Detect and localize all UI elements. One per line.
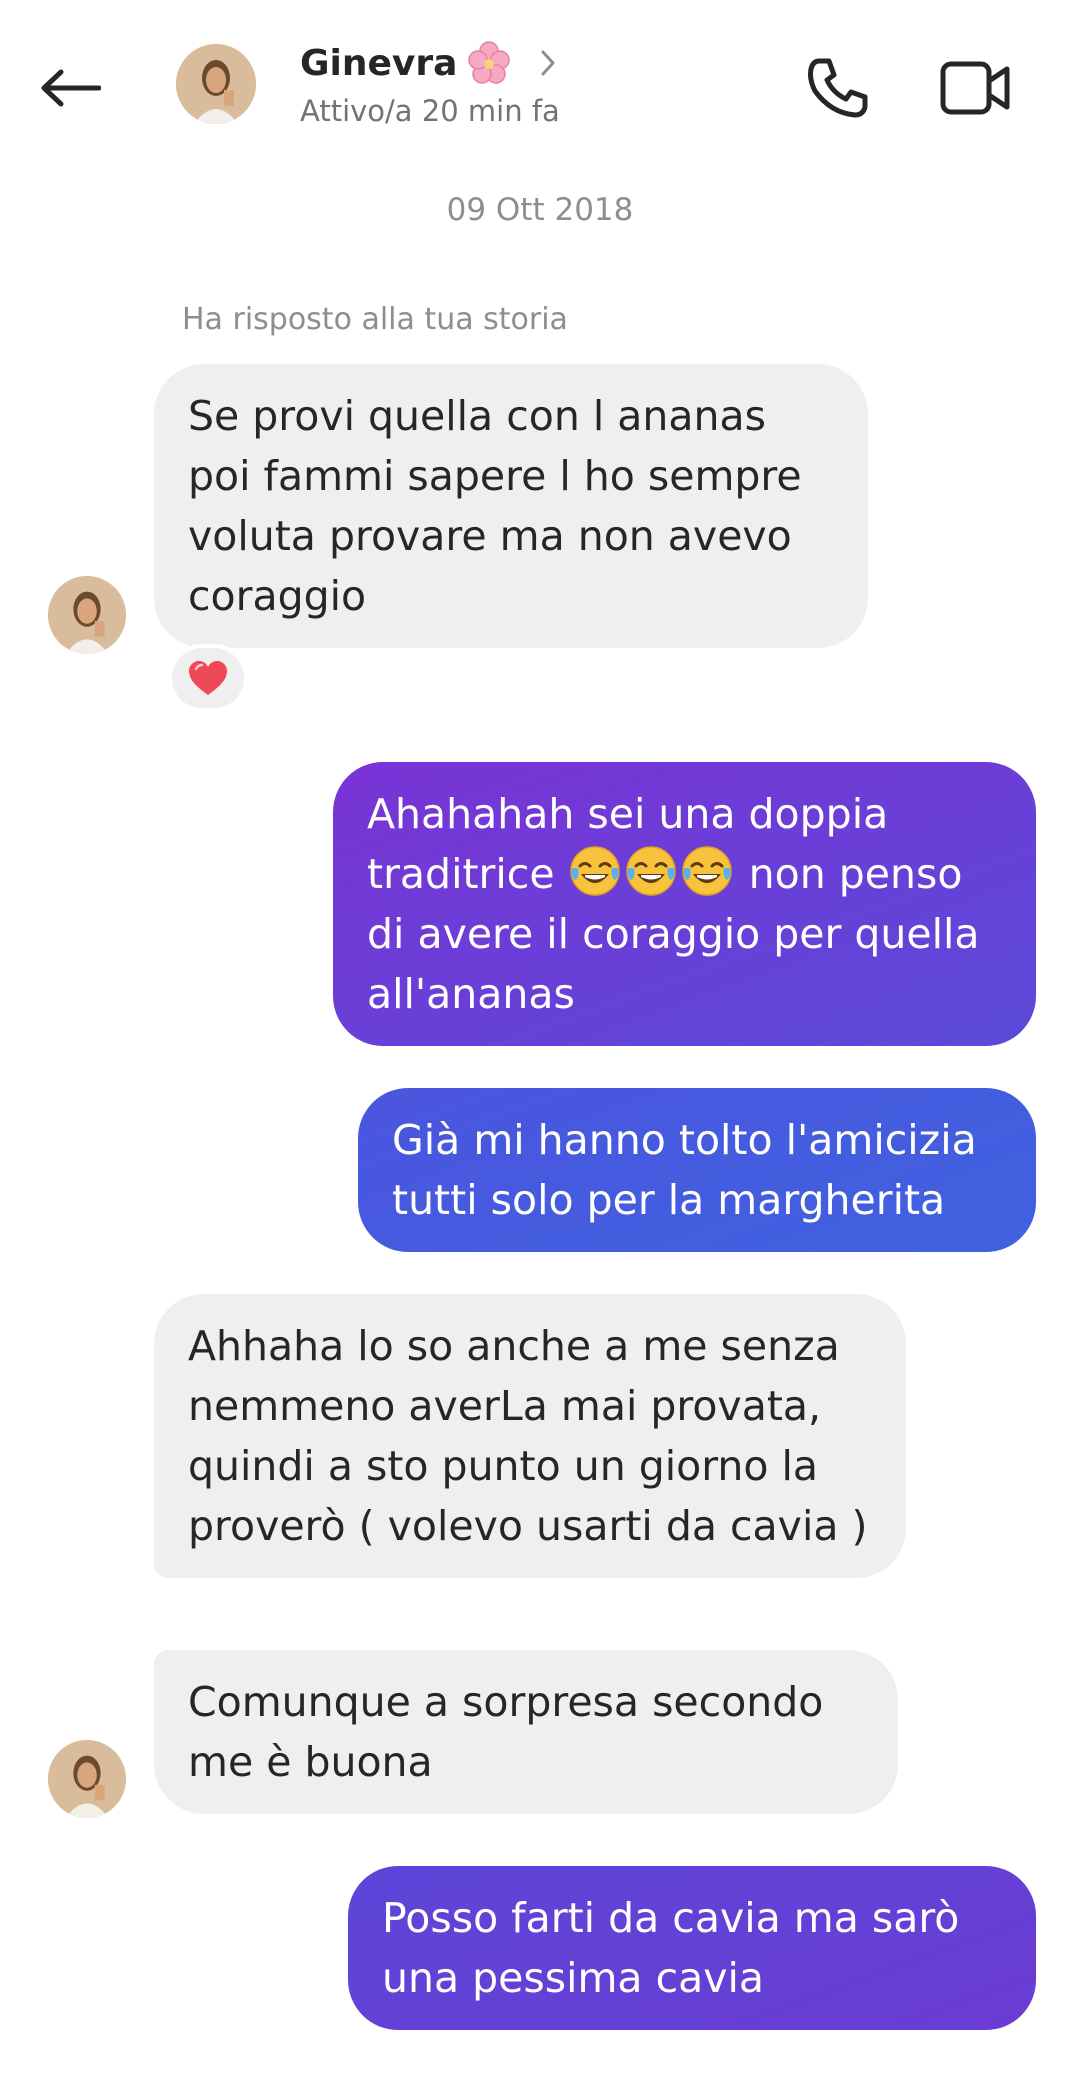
contact-avatar[interactable] [176, 44, 256, 124]
contact-name: Ginevra [300, 42, 458, 84]
back-arrow-icon [41, 69, 101, 107]
back-button[interactable] [30, 48, 110, 128]
tears-of-joy-icon [625, 846, 676, 896]
video-camera-icon [940, 61, 1010, 115]
heart-reaction[interactable] [168, 644, 248, 712]
sender-avatar[interactable] [48, 576, 126, 654]
sender-avatar[interactable] [48, 1740, 126, 1818]
activity-status: Attivo/a 20 min fa [300, 94, 560, 128]
laughing-emoji-group [568, 846, 736, 898]
outgoing-message[interactable]: Già mi hanno tolto l'amicizia tutti solo… [358, 1088, 1036, 1252]
contact-name-row[interactable]: Ginevra [300, 38, 561, 88]
chevron-right-icon [541, 50, 555, 76]
chat-header: Ginevra Attivo/a 20 min fa [0, 0, 1080, 170]
conversation-date: 09 Ott 2018 [446, 192, 634, 228]
phone-icon [808, 58, 868, 118]
voice-call-button[interactable] [798, 48, 878, 128]
incoming-message[interactable]: Se provi quella con l ananas poi fammi s… [154, 364, 868, 648]
tears-of-joy-icon [569, 846, 620, 896]
incoming-message[interactable]: Ahhaha lo so anche a me senza nemmeno av… [154, 1294, 906, 1578]
story-reply-note: Ha risposto alla tua storia [182, 302, 568, 337]
incoming-message[interactable]: Comunque a sorpresa secondo me è buona [154, 1650, 898, 1814]
cherry-blossom-icon [468, 41, 511, 84]
tears-of-joy-icon [681, 846, 732, 896]
heart-icon [189, 661, 227, 695]
video-call-button[interactable] [930, 48, 1020, 128]
outgoing-message[interactable]: Ahahahah sei una doppia traditrice non p… [333, 762, 1036, 1046]
outgoing-message[interactable]: Posso farti da cavia ma sarò una pessima… [348, 1866, 1036, 2030]
